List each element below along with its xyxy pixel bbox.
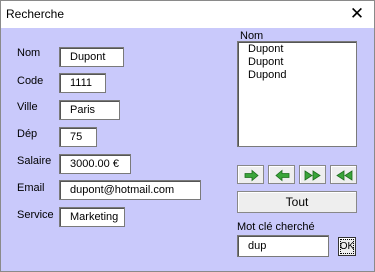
double-arrow-left-icon <box>336 170 353 181</box>
list-item[interactable]: Dupont <box>248 56 356 69</box>
search-dialog: Recherche ✕ Nom Code Ville Dép Salaire E… <box>0 0 375 272</box>
window-title: Recherche <box>6 7 65 21</box>
title-bar: Recherche ✕ <box>1 1 374 28</box>
search-label: Mot clé cherché <box>237 221 315 233</box>
previous-button[interactable] <box>268 165 295 184</box>
label-nom: Nom <box>17 47 41 59</box>
label-code: Code <box>17 75 44 87</box>
last-button[interactable] <box>299 165 326 184</box>
double-arrow-right-icon <box>304 170 321 181</box>
label-email: Email <box>17 182 45 194</box>
close-icon[interactable]: ✕ <box>346 3 368 25</box>
arrow-left-icon <box>275 169 290 182</box>
label-dep: Dép <box>17 128 38 140</box>
email-field[interactable]: dupont@hotmail.com <box>59 180 201 200</box>
ok-button[interactable]: OK <box>338 237 356 256</box>
ville-field[interactable]: Paris <box>59 100 120 120</box>
list-item[interactable]: Dupond <box>248 69 356 82</box>
label-ville: Ville <box>17 101 38 113</box>
salaire-field[interactable]: 3000.00 € <box>59 154 131 174</box>
list-item[interactable]: Dupont <box>248 43 356 56</box>
arrow-right-icon <box>244 169 259 182</box>
label-service: Service <box>17 209 54 221</box>
search-input[interactable]: dup <box>237 235 329 257</box>
next-button[interactable] <box>237 165 264 184</box>
nom-field[interactable]: Dupont <box>59 47 124 67</box>
code-field[interactable]: 1111 <box>59 73 106 93</box>
dep-field[interactable]: 75 <box>59 127 97 147</box>
tout-button[interactable]: Tout <box>237 191 357 213</box>
first-button[interactable] <box>330 165 357 184</box>
service-field[interactable]: Marketing <box>59 207 125 227</box>
label-salaire: Salaire <box>17 155 52 167</box>
results-listbox[interactable]: Dupont Dupont Dupond <box>237 41 357 147</box>
